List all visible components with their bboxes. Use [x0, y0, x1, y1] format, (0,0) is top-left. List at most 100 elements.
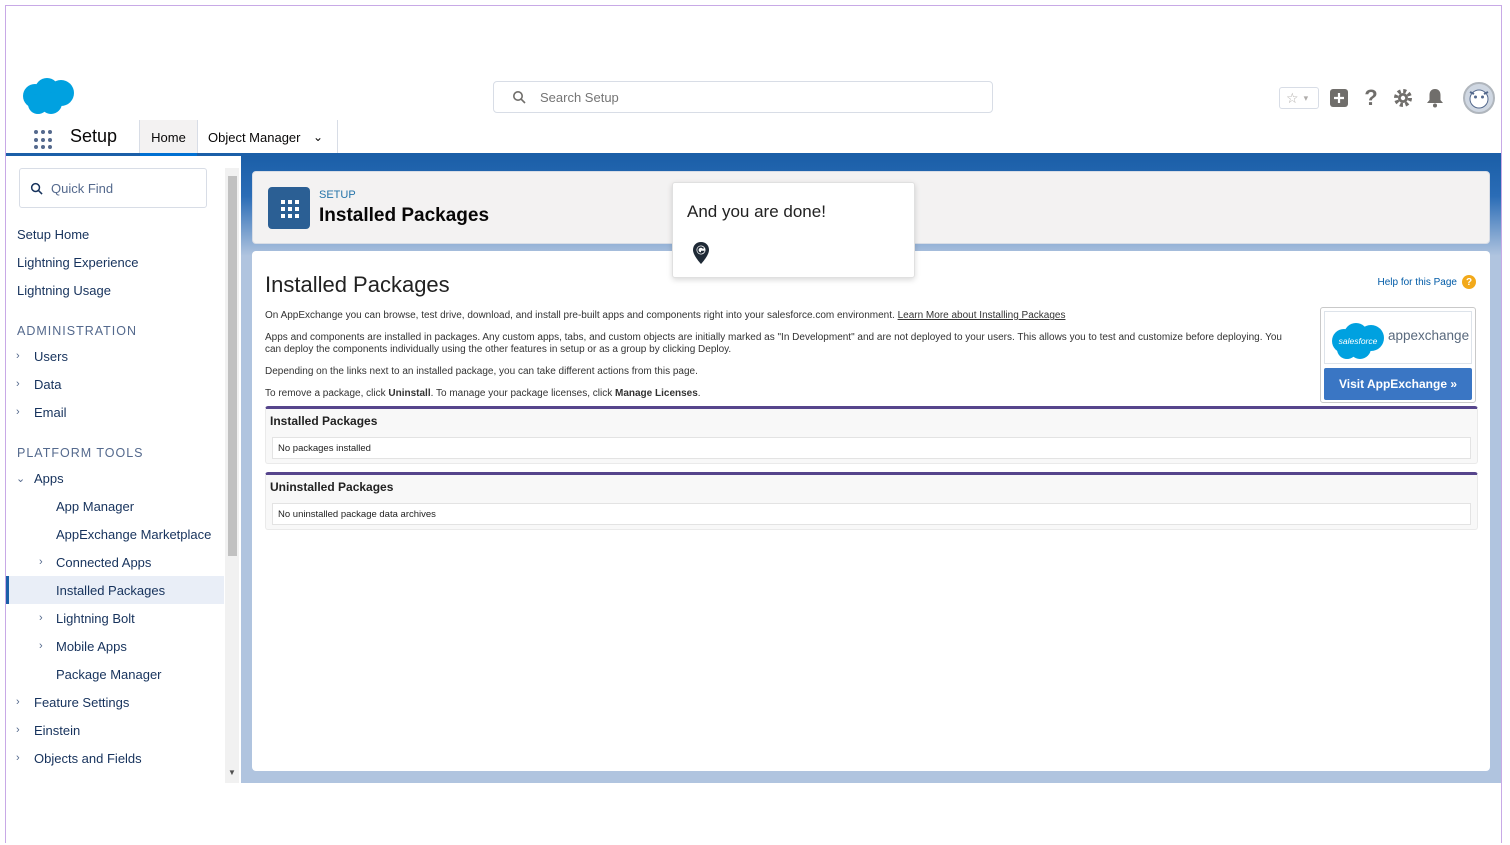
installed-packages-section: Installed Packages No packages installed [265, 406, 1478, 464]
app-window: ☆ ▾ ? Setup Home Object Manager [5, 5, 1502, 844]
star-icon: ☆ [1286, 89, 1299, 106]
chevron-right-icon: › [16, 724, 20, 736]
intro-text: On AppExchange you can browse, test driv… [265, 310, 898, 321]
global-header: ☆ ▾ ? [6, 66, 1501, 126]
app-name: Setup [70, 126, 118, 146]
nav-data-label: Data [34, 376, 62, 392]
search-input[interactable] [540, 82, 980, 112]
nav-mobile-apps[interactable]: › Mobile Apps [6, 632, 224, 660]
visit-appexchange-button[interactable]: Visit AppExchange » [1324, 368, 1472, 400]
app-launcher-icon[interactable] [34, 130, 54, 150]
nav-appexchange-marketplace[interactable]: AppExchange Marketplace [6, 520, 224, 548]
cloud-text: salesforce [1339, 336, 1378, 346]
section-title: Uninstalled Packages [270, 480, 394, 494]
learn-more-link[interactable]: Learn More about Installing Packages [898, 310, 1066, 321]
nav-setup-home[interactable]: Setup Home [6, 220, 224, 248]
search-setup[interactable] [493, 81, 993, 113]
section-row: No uninstalled package data archives [272, 503, 1471, 525]
appexchange-word: appexchange [1388, 328, 1470, 343]
favorites-button[interactable]: ☆ ▾ [1279, 87, 1319, 109]
walkthrough-tooltip: And you are done! [672, 182, 915, 278]
nav-connected-apps-label: Connected Apps [56, 554, 152, 570]
chevron-right-icon: › [39, 612, 43, 624]
chevron-right-icon: › [16, 752, 20, 764]
nav-data[interactable]: › Data [6, 370, 224, 398]
nav-header-administration: ADMINISTRATION [17, 324, 138, 338]
gear-icon[interactable] [1391, 86, 1415, 110]
appexchange-logo: salesforce appexchange [1324, 311, 1472, 364]
quick-find-input[interactable]: Quick Find [19, 168, 207, 208]
avatar[interactable] [1463, 82, 1495, 114]
chevron-right-icon: › [16, 350, 20, 362]
nav-lightning-bolt-label: Lightning Bolt [56, 610, 135, 626]
sidebar-scrollbar[interactable]: ▼ [225, 168, 239, 783]
nav-users[interactable]: › Users [6, 342, 224, 370]
nav-lightning-experience[interactable]: Lightning Experience [6, 248, 224, 276]
nav-einstein-label: Einstein [34, 722, 81, 738]
setup-sidebar: Quick Find Setup Home Lightning Experien… [6, 156, 241, 783]
uninstall-text: Uninstall [388, 388, 431, 399]
nav-header-platform-tools: PLATFORM TOOLS [17, 446, 144, 460]
nav-package-manager[interactable]: Package Manager [6, 660, 224, 688]
header-icons: ☆ ▾ ? [1279, 82, 1495, 114]
tab-object-manager-label: Object Manager [208, 130, 301, 145]
nav-lightning-usage[interactable]: Lightning Usage [6, 276, 224, 304]
remove-text-b: . To manage your package licenses, click [430, 388, 615, 399]
salesforce-cloud-icon: salesforce [1332, 323, 1384, 359]
chevron-right-icon: › [16, 406, 20, 418]
nav-email-label: Email [34, 404, 67, 420]
chevron-down-icon[interactable]: ⌄ [313, 130, 323, 144]
nav-email[interactable]: › Email [6, 398, 224, 426]
tab-home[interactable]: Home [139, 120, 198, 156]
scrollbar-thumb[interactable] [228, 176, 237, 556]
nav-feature-settings-label: Feature Settings [34, 694, 130, 710]
page-eyebrow: SETUP [319, 189, 356, 201]
chevron-right-icon: › [16, 378, 20, 390]
section-title: Installed Packages [270, 414, 378, 428]
nav-feature-settings[interactable]: › Feature Settings [6, 688, 224, 716]
apps-grid-icon [268, 187, 310, 229]
nav-installed-packages[interactable]: Installed Packages [6, 576, 224, 604]
location-pin-icon [693, 242, 709, 264]
nav-connected-apps[interactable]: › Connected Apps [6, 548, 224, 576]
chevron-down-icon: ▾ [1303, 92, 1309, 103]
chevron-right-icon: › [16, 696, 20, 708]
remove-text-c: . [697, 388, 701, 399]
page-title: Installed Packages [319, 205, 490, 226]
tab-object-manager[interactable]: Object Manager ⌄ [198, 120, 338, 153]
scroll-down-arrow-icon[interactable]: ▼ [228, 768, 236, 777]
packages-paragraph: Apps and components are installed in pac… [265, 332, 1282, 355]
chevron-right-icon: › [39, 640, 43, 652]
setup-nav-tree: Setup Home Lightning Experience Lightnin… [6, 220, 224, 772]
chevron-right-icon: › [39, 556, 43, 568]
intro-paragraph: On AppExchange you can browse, test driv… [265, 310, 1295, 322]
bell-icon[interactable] [1423, 86, 1447, 110]
bottom-blank-area [6, 783, 1501, 844]
help-icon[interactable]: ? [1359, 85, 1383, 110]
nav-einstein[interactable]: › Einstein [6, 716, 224, 744]
quick-find-placeholder: Quick Find [51, 181, 114, 196]
manage-licenses-text: Manage Licenses [614, 388, 698, 399]
tooltip-text: And you are done! [687, 202, 826, 221]
section-row: No packages installed [272, 437, 1471, 459]
nav-apps[interactable]: ⌄ Apps [6, 464, 224, 492]
nav-mobile-apps-label: Mobile Apps [56, 638, 127, 654]
nav-users-label: Users [34, 348, 68, 364]
nav-objects-and-fields-label: Objects and Fields [34, 750, 142, 766]
content-title: Installed Packages [265, 272, 450, 297]
search-icon [30, 182, 43, 195]
search-icon [513, 91, 526, 104]
add-icon[interactable] [1327, 86, 1351, 110]
salesforce-cloud-logo[interactable] [21, 76, 77, 116]
uninstalled-packages-section: Uninstalled Packages No uninstalled pack… [265, 472, 1478, 530]
help-link-label: Help for this Page [1377, 276, 1458, 288]
help-for-this-page-link[interactable]: Help for this Page ? [1377, 275, 1476, 289]
appexchange-promo: salesforce appexchange Visit AppExchange… [1320, 307, 1476, 403]
remove-text-a: To remove a package, click [265, 388, 389, 399]
nav-lightning-bolt[interactable]: › Lightning Bolt [6, 604, 224, 632]
remove-paragraph: To remove a package, click Uninstall. To… [265, 388, 1295, 400]
help-icon: ? [1462, 275, 1476, 289]
nav-app-manager[interactable]: App Manager [6, 492, 224, 520]
nav-apps-label: Apps [34, 470, 64, 486]
nav-objects-and-fields[interactable]: › Objects and Fields [6, 744, 224, 772]
